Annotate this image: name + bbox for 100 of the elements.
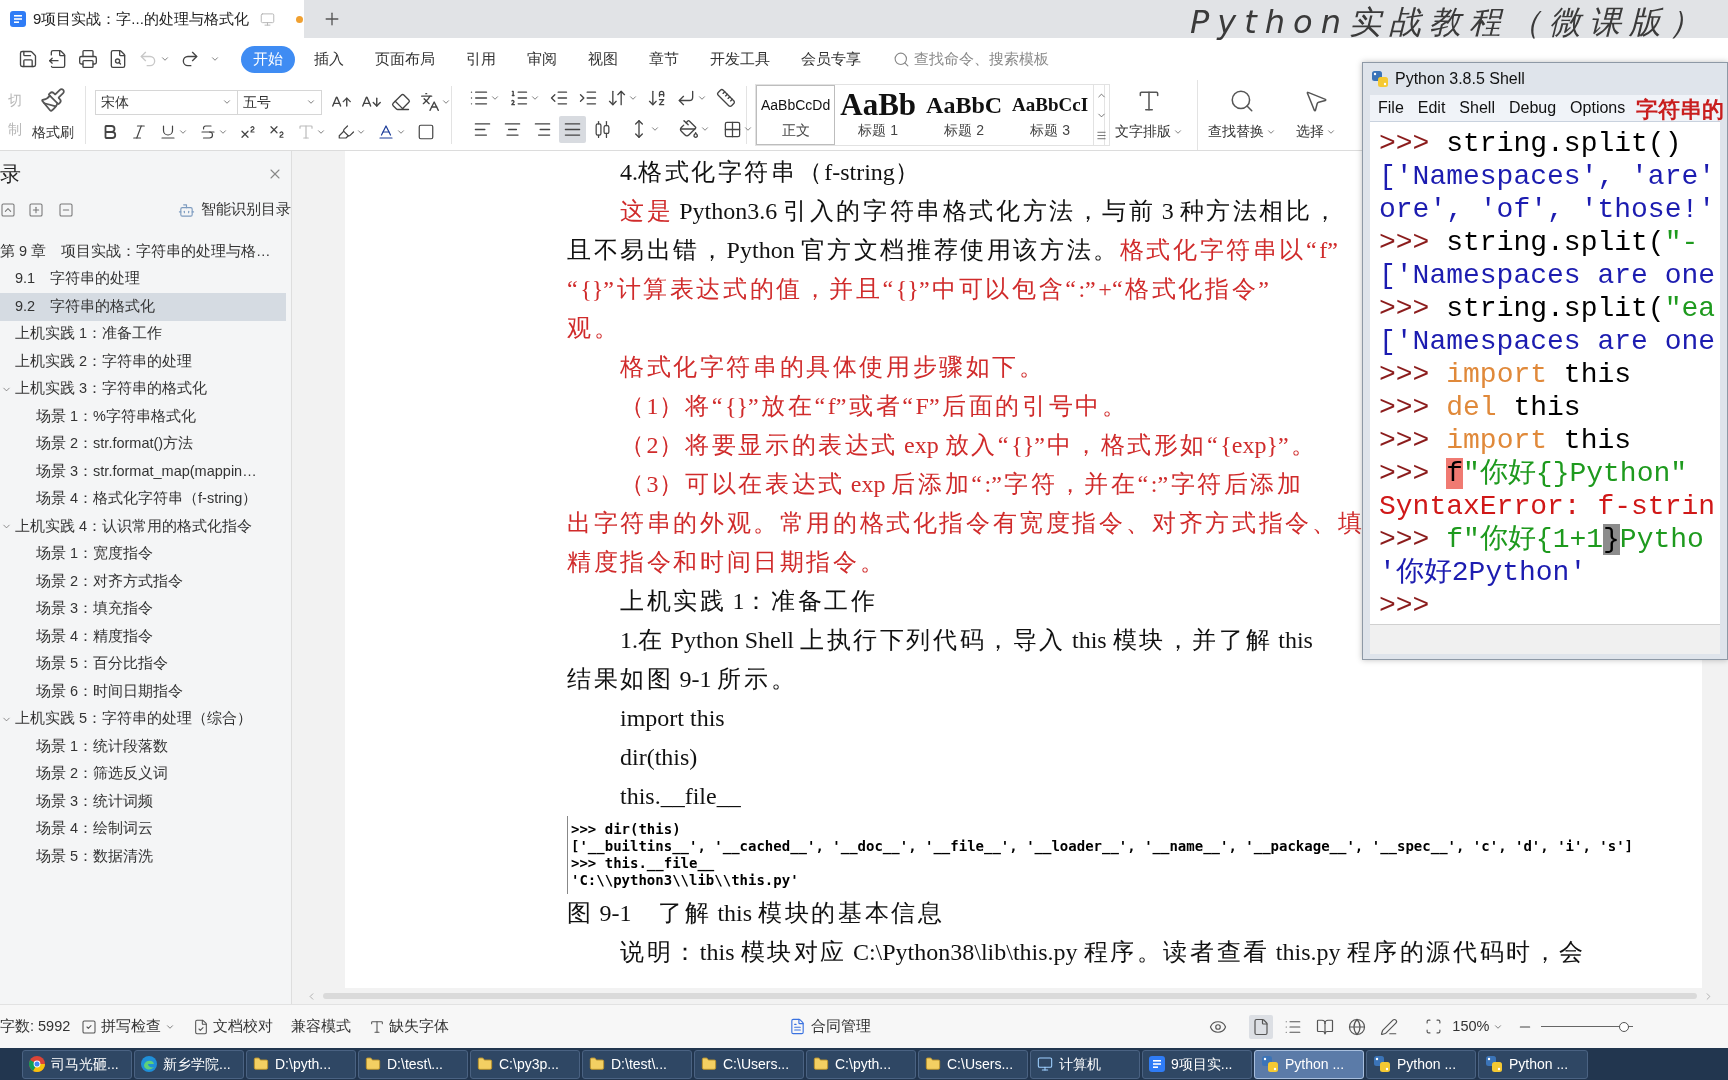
contract-button[interactable]: 合同管理 (789, 1015, 872, 1038)
caret-icon[interactable] (160, 54, 170, 64)
toc-item[interactable]: 上机实践 5：字符串的处理（综合） (0, 705, 286, 733)
toc-item[interactable]: 场景 2：str.format()方法 (0, 430, 286, 458)
style-preset-button[interactable]: AaBbCcDd 正文 (756, 85, 836, 145)
font-size-dropdown[interactable]: 五号 (238, 89, 322, 115)
export-icon[interactable] (48, 49, 68, 69)
taskbar-button[interactable]: C:\py3p... (470, 1049, 580, 1079)
zoom-dropdown[interactable]: 150% (1452, 1015, 1504, 1038)
taskbar-button[interactable]: D:\test\... (582, 1049, 692, 1079)
toc-item[interactable]: 场景 3：str.format_map(mappin… (0, 458, 286, 486)
redo-icon[interactable] (180, 49, 200, 69)
frame-corners-icon[interactable] (1425, 1018, 1443, 1035)
ribbon-tool-button[interactable]: 文字排版 (1105, 80, 1198, 150)
more-icon[interactable] (1096, 129, 1108, 141)
document-icon[interactable] (789, 1018, 807, 1035)
taskbar-button[interactable]: Python ... (1478, 1049, 1588, 1079)
caret-icon[interactable] (650, 124, 660, 134)
caret-icon[interactable] (210, 54, 220, 64)
toc-item[interactable]: 场景 4：绘制词云 (0, 815, 286, 843)
toc-item[interactable]: 场景 1：宽度指令 (0, 540, 286, 568)
square-icon[interactable] (417, 122, 435, 141)
paint-bucket-icon[interactable] (679, 119, 699, 139)
menu-item[interactable]: Edit (1417, 96, 1446, 120)
style-preset-button[interactable]: AaBbC 标题 2 (921, 85, 1008, 145)
style-preset-button[interactable]: AaBb 标题 1 (835, 85, 922, 145)
taskbar-button[interactable]: Python ... (1254, 1049, 1364, 1079)
plus-square-icon[interactable] (28, 202, 44, 218)
ribbon-tool-button[interactable]: 查找替换 (1198, 80, 1286, 150)
menu-item[interactable]: Options (1570, 96, 1626, 120)
toc-item[interactable]: 上机实践 4：认识常用的格式化指令 (0, 513, 286, 541)
ruler-icon[interactable] (716, 87, 736, 108)
menu-item[interactable]: File (1378, 96, 1404, 120)
ribbon-tab[interactable]: 插入 (302, 45, 356, 73)
toc-item[interactable]: 上机实践 3：字符串的格式化 (0, 375, 286, 403)
language-icon[interactable] (420, 92, 440, 112)
taskbar-button[interactable]: 计算机 (1030, 1049, 1140, 1079)
taskbar-button[interactable]: C:\Users... (694, 1049, 804, 1079)
ribbon-tab[interactable]: 视图 (576, 45, 630, 73)
ribbon-tool-button[interactable]: 选择 (1286, 80, 1346, 150)
paintbrush-icon[interactable] (40, 87, 66, 113)
toc-item[interactable]: 9.2 字符串的格式化 (0, 293, 286, 321)
toc-item[interactable]: 场景 4：精度指令 (0, 623, 286, 651)
caret-icon[interactable] (743, 124, 753, 134)
grid-icon[interactable] (723, 119, 742, 139)
search-field[interactable]: 查找命令、搜索模板 (914, 47, 1064, 71)
toc-item[interactable]: 9.1 字符串的处理 (0, 265, 286, 293)
caret-icon[interactable] (306, 97, 316, 107)
toc-item[interactable]: 第 9 章 项目实战：字符串的处理与格… (0, 238, 286, 266)
slider-thumb[interactable] (1619, 1021, 1630, 1032)
taskbar-button[interactable]: 司马光砸... (22, 1049, 132, 1079)
menu-item[interactable]: Debug (1508, 96, 1557, 120)
search-icon[interactable] (893, 50, 910, 68)
smart-toc-button[interactable]: 智能识别目录 (178, 199, 291, 221)
toc-item[interactable]: 场景 5：数据清洗 (0, 843, 286, 871)
checkbox-icon[interactable] (81, 1018, 98, 1035)
taskbar-button[interactable]: 9项目实... (1142, 1049, 1252, 1079)
toc-item[interactable]: 场景 3：统计词频 (0, 788, 286, 816)
ribbon-tab[interactable]: 页面布局 (363, 45, 447, 73)
style-preset-button[interactable]: AaBbCcI 标题 3 (1007, 85, 1094, 145)
document-check-icon[interactable] (193, 1018, 210, 1035)
compat-mode-button[interactable]: 兼容模式 (291, 1015, 352, 1038)
document-tab[interactable]: 9项目实战：字...的处理与格式化 (0, 0, 304, 38)
toc-item[interactable]: 场景 2：筛选反义词 (0, 760, 286, 788)
toc-item[interactable]: 场景 1：%字符串格式化 (0, 403, 286, 431)
caret-icon[interactable] (441, 97, 451, 107)
toc-item[interactable]: 上机实践 1：准备工作 (0, 320, 286, 348)
zoom-slider[interactable] (1541, 1020, 1634, 1033)
italic-icon[interactable] (130, 122, 148, 141)
highlighter-icon[interactable] (337, 122, 355, 141)
print-preview-icon[interactable] (108, 49, 128, 69)
toc-item[interactable]: 场景 6：时间日期指令 (0, 678, 286, 706)
missing-fonts-button[interactable]: 缺失字体 (369, 1015, 450, 1038)
taskbar-button[interactable]: 新乡学院... (134, 1049, 244, 1079)
horizontal-scrollbar[interactable] (323, 993, 1697, 999)
taskbar-button[interactable]: C:\Users... (918, 1049, 1028, 1079)
save-icon[interactable] (18, 49, 38, 69)
taskbar-button[interactable]: Python ... (1366, 1049, 1476, 1079)
ribbon-tab[interactable]: 会员专享 (789, 45, 873, 73)
toc-item[interactable]: 场景 3：填充指令 (0, 595, 286, 623)
taskbar-button[interactable]: D:\pyth... (246, 1049, 356, 1079)
robot-icon[interactable] (178, 201, 195, 219)
font-family-dropdown[interactable]: 宋体 (95, 89, 239, 115)
ribbon-tab[interactable]: 引用 (454, 45, 508, 73)
ribbon-tab[interactable]: 章节 (637, 45, 691, 73)
proofread-button[interactable]: 文档校对 (193, 1015, 274, 1038)
print-icon[interactable] (78, 49, 98, 69)
ribbon-tab[interactable]: 审阅 (515, 45, 569, 73)
chevron-up-square-icon[interactable] (0, 202, 16, 218)
toc-item[interactable]: 场景 4：格式化字符串（f-string） (0, 485, 286, 513)
toc-item[interactable]: 上机实践 2：字符串的处理 (0, 348, 286, 376)
underline-icon[interactable] (159, 122, 177, 141)
format-painter-button[interactable]: 格式刷 (26, 86, 80, 144)
caret-icon[interactable] (700, 124, 710, 134)
eraser-icon[interactable] (391, 92, 411, 112)
taskbar-button[interactable]: D:\test\... (358, 1049, 468, 1079)
toc-item[interactable]: 场景 2：对齐方式指令 (0, 568, 286, 596)
toc-item[interactable]: 场景 5：百分比指令 (0, 650, 286, 678)
spell-check-button[interactable]: 拼写检查 (81, 1015, 176, 1038)
search-icon[interactable] (1229, 88, 1255, 114)
